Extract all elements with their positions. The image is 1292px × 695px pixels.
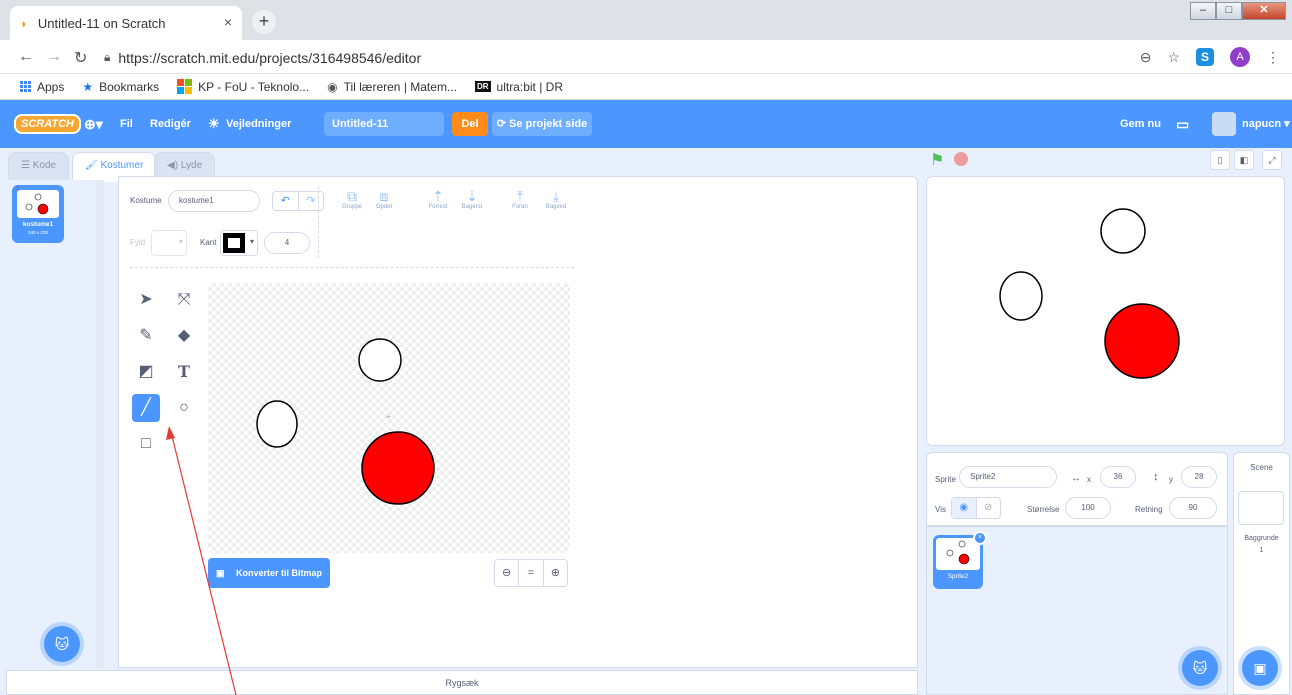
annotation-arrow <box>166 426 237 695</box>
